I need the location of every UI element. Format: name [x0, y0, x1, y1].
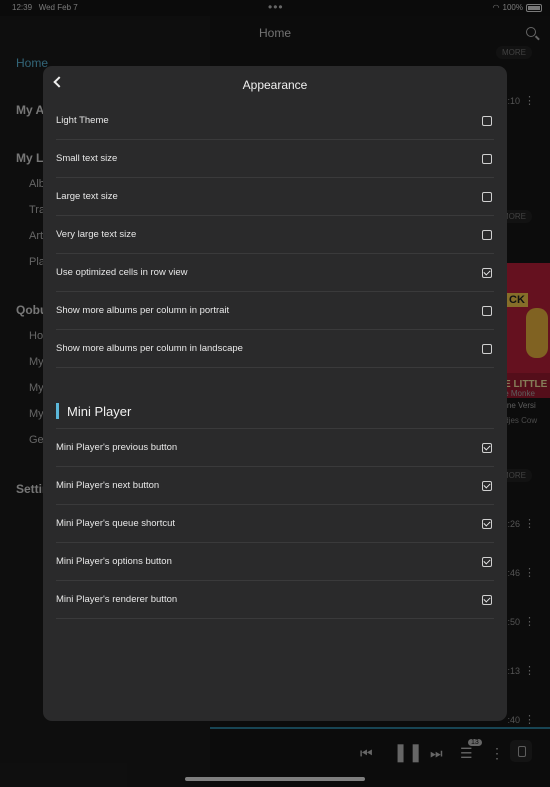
mini-player-section-header: Mini Player: [56, 368, 494, 429]
checkbox[interactable]: [482, 306, 492, 316]
setting-label: Small text size: [56, 153, 118, 164]
setting-row-optimized-cells[interactable]: Use optimized cells in row view: [56, 254, 494, 292]
setting-label: Mini Player's queue shortcut: [56, 518, 176, 529]
setting-row-mp-next[interactable]: Mini Player's next button: [56, 467, 494, 505]
checkbox[interactable]: [482, 268, 492, 278]
setting-label: Large text size: [56, 191, 118, 202]
section-accent-bar: [56, 403, 59, 419]
setting-label: Show more albums per column in landscape: [56, 343, 243, 354]
setting-row-large-text[interactable]: Large text size: [56, 178, 494, 216]
setting-row-mp-previous[interactable]: Mini Player's previous button: [56, 429, 494, 467]
checkbox[interactable]: [482, 344, 492, 354]
setting-label: Very large text size: [56, 229, 137, 240]
checkbox[interactable]: [482, 192, 492, 202]
checkbox[interactable]: [482, 519, 492, 529]
checkbox[interactable]: [482, 230, 492, 240]
setting-row-albums-landscape[interactable]: Show more albums per column in landscape: [56, 330, 494, 368]
checkbox[interactable]: [482, 557, 492, 567]
setting-row-light-theme[interactable]: Light Theme: [56, 102, 494, 140]
setting-label: Mini Player's options button: [56, 556, 172, 567]
checkbox[interactable]: [482, 481, 492, 491]
checkbox[interactable]: [482, 595, 492, 605]
setting-label: Mini Player's next button: [56, 480, 160, 491]
checkbox[interactable]: [482, 443, 492, 453]
checkbox[interactable]: [482, 116, 492, 126]
checkbox[interactable]: [482, 154, 492, 164]
setting-row-mp-renderer[interactable]: Mini Player's renderer button: [56, 581, 494, 619]
setting-row-mp-queue[interactable]: Mini Player's queue shortcut: [56, 505, 494, 543]
setting-row-albums-portrait[interactable]: Show more albums per column in portrait: [56, 292, 494, 330]
appearance-dialog: Appearance Light Theme Small text size L…: [43, 66, 507, 721]
section-title: Mini Player: [67, 404, 132, 419]
setting-label: Show more albums per column in portrait: [56, 305, 230, 316]
dialog-header: Appearance: [43, 66, 507, 102]
setting-label: Mini Player's renderer button: [56, 594, 178, 605]
setting-label: Use optimized cells in row view: [56, 267, 188, 278]
setting-label: Light Theme: [56, 115, 109, 126]
setting-row-small-text[interactable]: Small text size: [56, 140, 494, 178]
setting-row-mp-options[interactable]: Mini Player's options button: [56, 543, 494, 581]
dialog-title: Appearance: [242, 78, 308, 92]
setting-label: Mini Player's previous button: [56, 442, 178, 453]
setting-row-very-large-text[interactable]: Very large text size: [56, 216, 494, 254]
